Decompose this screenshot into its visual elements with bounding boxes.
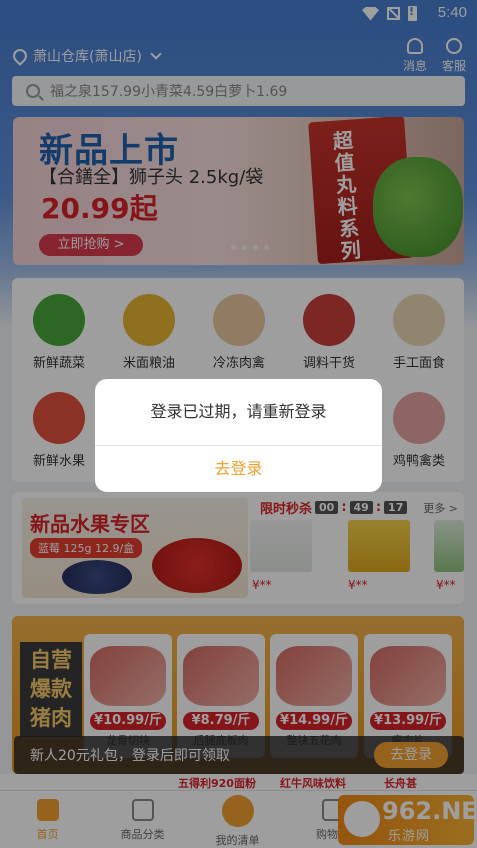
login-expired-dialog: 登录已过期，请重新登录 去登录: [95, 379, 382, 492]
dialog-message: 登录已过期，请重新登录: [150, 402, 327, 421]
dialog-login-button[interactable]: 去登录: [95, 446, 382, 492]
